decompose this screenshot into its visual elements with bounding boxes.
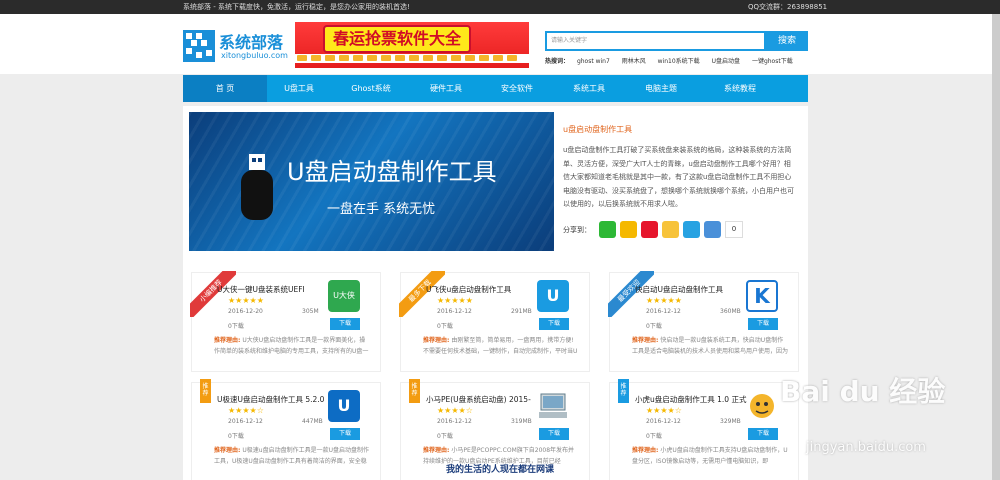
card-size: 329MB <box>720 418 741 425</box>
software-card[interactable]: 最多下载 U飞侠u盘启动盘制作工具 ★★★★★ 2016-12-12 291MB… <box>399 271 590 372</box>
tiger-icon[interactable] <box>746 390 778 422</box>
software-grid: 小编推荐 U大侠一键U盘装系统UEFI ★★★★★ 2016-12-20 305… <box>183 264 808 480</box>
search-button[interactable]: 搜索 <box>766 31 808 51</box>
card-date: 2016-12-12 <box>646 418 681 425</box>
featured-image-title: U盘启动盘制作工具 <box>287 158 497 186</box>
card-size: 291MB <box>511 308 532 315</box>
card-downloads: 0下载 <box>437 323 453 330</box>
rating-stars: ★★★★☆ <box>646 406 682 415</box>
usb-drive-icon <box>241 154 273 220</box>
baidu-watermark: Bai du 经验 <box>780 375 946 408</box>
hot-label: 热搜词： <box>545 58 570 65</box>
nav-hardware-tools[interactable]: 硬件工具 <box>411 75 481 102</box>
featured-title[interactable]: u盘启动盘制作工具 <box>563 124 632 135</box>
card-size: 305M <box>302 308 319 315</box>
card-downloads: 0下载 <box>228 433 244 440</box>
card-title[interactable]: 小虎u盘启动盘制作工具 1.0 正式 <box>635 394 755 405</box>
hot-keyword[interactable]: 雨林木风 <box>622 58 646 65</box>
more-share-icon[interactable] <box>704 221 721 238</box>
recommend-tag: 推荐 <box>618 379 629 403</box>
featured-description: u盘启动盘制作工具打破了买系统盘来装系统的格局，这种装系统的方法简单、灵活方便，… <box>563 146 794 208</box>
nav-system-tutorials[interactable]: 系统教程 <box>697 75 783 102</box>
promo-banner-text: 春运抢票软件大全 <box>323 25 472 53</box>
card-title[interactable]: U极速U盘启动盘制作工具 5.2.0 <box>217 394 337 405</box>
topbar-slogan: 系统部落 - 系统下载度快，免激活，运行稳定，是您办公家用的装机首选! <box>183 3 410 11</box>
nav-ghost-system[interactable]: Ghost系统 <box>331 75 411 102</box>
card-size: 360MB <box>720 308 741 315</box>
nav-home[interactable]: 首 页 <box>183 75 267 102</box>
app-icon[interactable]: U <box>537 280 569 312</box>
qzone-share-icon[interactable] <box>662 221 679 238</box>
rating-stars: ★★★★☆ <box>437 406 473 415</box>
nav-desktop-themes[interactable]: 电脑主题 <box>625 75 697 102</box>
featured-image-subtitle: 一盘在手 系统无忧 <box>327 202 436 217</box>
recommend-tag: 推荐 <box>409 379 420 403</box>
card-title[interactable]: 快启动U盘启动盘制作工具 <box>635 284 755 295</box>
card-date: 2016-12-12 <box>228 418 263 425</box>
logo-domain[interactable]: xitongbuluo.com <box>221 51 288 60</box>
logo-title[interactable]: 系统部落 <box>219 29 283 53</box>
video-caption: 我的生活的人现在都在网课 <box>445 465 554 475</box>
card-date: 2016-12-12 <box>437 418 472 425</box>
tencent-weibo-share-icon[interactable] <box>683 221 700 238</box>
card-size: 319MB <box>511 418 532 425</box>
header: 系统部落 xitongbuluo.com 春运抢票软件大全 请输入关键字 搜索 … <box>0 14 1000 74</box>
search-input[interactable]: 请输入关键字 <box>545 31 766 51</box>
card-date: 2016-12-20 <box>228 308 263 315</box>
software-card[interactable]: 小编推荐 U大侠一键U盘装系统UEFI ★★★★★ 2016-12-20 305… <box>190 271 381 372</box>
wechat-share-icon[interactable] <box>599 221 616 238</box>
download-button[interactable]: 下载 <box>539 318 569 330</box>
share-label: 分享到： <box>563 226 591 234</box>
nav-security-software[interactable]: 安全软件 <box>481 75 553 102</box>
card-title[interactable]: U大侠一键U盘装系统UEFI <box>217 284 337 295</box>
qq-share-icon[interactable] <box>620 221 637 238</box>
hot-keyword[interactable]: win10系统下载 <box>658 58 700 65</box>
rating-stars: ★★★★★ <box>228 296 264 305</box>
card-downloads: 0下载 <box>646 323 662 330</box>
nav-usb-tools[interactable]: U盘工具 <box>267 75 331 102</box>
card-reason: 推荐理由: 快启动是一款U盘装系统工具，快启动U盘制作工具是适合电脑装机的技术人员… <box>632 337 788 355</box>
recommend-tag: 推荐 <box>200 379 211 403</box>
nav-system-tools[interactable]: 系统工具 <box>553 75 625 102</box>
card-reason: 推荐理由: 由刚繁至简，简单易用，一盘两用，携带方便!不需要任何技术基础，一键制作… <box>423 337 578 355</box>
rating-stars: ★★★★★ <box>437 296 473 305</box>
card-title[interactable]: 小马PE(U盘系统启动盘) 2015- <box>426 394 546 405</box>
featured-image[interactable]: U盘启动盘制作工具 一盘在手 系统无忧 <box>189 112 554 251</box>
hot-keyword[interactable]: U盘启动盘 <box>712 58 740 65</box>
computer-icon[interactable] <box>537 390 569 422</box>
logo-icon[interactable] <box>183 30 215 62</box>
download-button[interactable]: 下载 <box>539 428 569 440</box>
page-scrollbar[interactable] <box>992 14 1000 480</box>
card-downloads: 0下载 <box>437 433 453 440</box>
hot-keyword[interactable]: ghost win7 <box>577 58 610 65</box>
app-icon[interactable]: K <box>746 280 778 312</box>
promo-banner[interactable]: 春运抢票软件大全 <box>295 22 529 68</box>
hot-keywords: 热搜词： ghost win7 雨林木风 win10系统下载 U盘启动盘 一键g… <box>545 56 803 65</box>
baidu-watermark-url: jingyan.baidu.com <box>806 440 926 455</box>
app-icon[interactable]: U大侠 <box>328 280 360 312</box>
card-reason: 推荐理由: U大侠U盘启动盘制作工具是一款界面美化，操作简单的装系统和维护电脑的专… <box>214 337 369 355</box>
download-button[interactable]: 下载 <box>330 428 360 440</box>
download-button[interactable]: 下载 <box>748 318 778 330</box>
card-downloads: 0下载 <box>228 323 244 330</box>
card-date: 2016-12-12 <box>437 308 472 315</box>
train-strip <box>295 54 529 63</box>
topbar-qq-group: QQ交流群：263898851 <box>748 3 828 11</box>
app-icon[interactable]: U <box>328 390 360 422</box>
download-button[interactable]: 下载 <box>748 428 778 440</box>
top-bar: 系统部落 - 系统下载度快，免激活，运行稳定，是您办公家用的装机首选! QQ交流… <box>0 0 1000 14</box>
main-nav: 首 页 U盘工具 Ghost系统 硬件工具 安全软件 系统工具 电脑主题 系统教… <box>183 75 808 102</box>
card-downloads: 0下载 <box>646 433 662 440</box>
share-count: 0 <box>725 221 743 238</box>
rating-stars: ★★★★★ <box>646 296 682 305</box>
hot-keyword[interactable]: 一键ghost下载 <box>752 58 793 65</box>
download-button[interactable]: 下载 <box>330 318 360 330</box>
card-date: 2016-12-12 <box>646 308 681 315</box>
card-size: 447MB <box>302 418 323 425</box>
featured-panel: U盘启动盘制作工具 一盘在手 系统无忧 u盘启动盘制作工具 u盘启动盘制作工具打… <box>183 106 808 264</box>
card-title[interactable]: U飞侠u盘启动盘制作工具 <box>426 284 546 295</box>
weibo-share-icon[interactable] <box>641 221 658 238</box>
rating-stars: ★★★★☆ <box>228 406 264 415</box>
software-card[interactable]: 最受欢迎 快启动U盘启动盘制作工具 ★★★★★ 2016-12-12 360MB… <box>608 271 799 372</box>
